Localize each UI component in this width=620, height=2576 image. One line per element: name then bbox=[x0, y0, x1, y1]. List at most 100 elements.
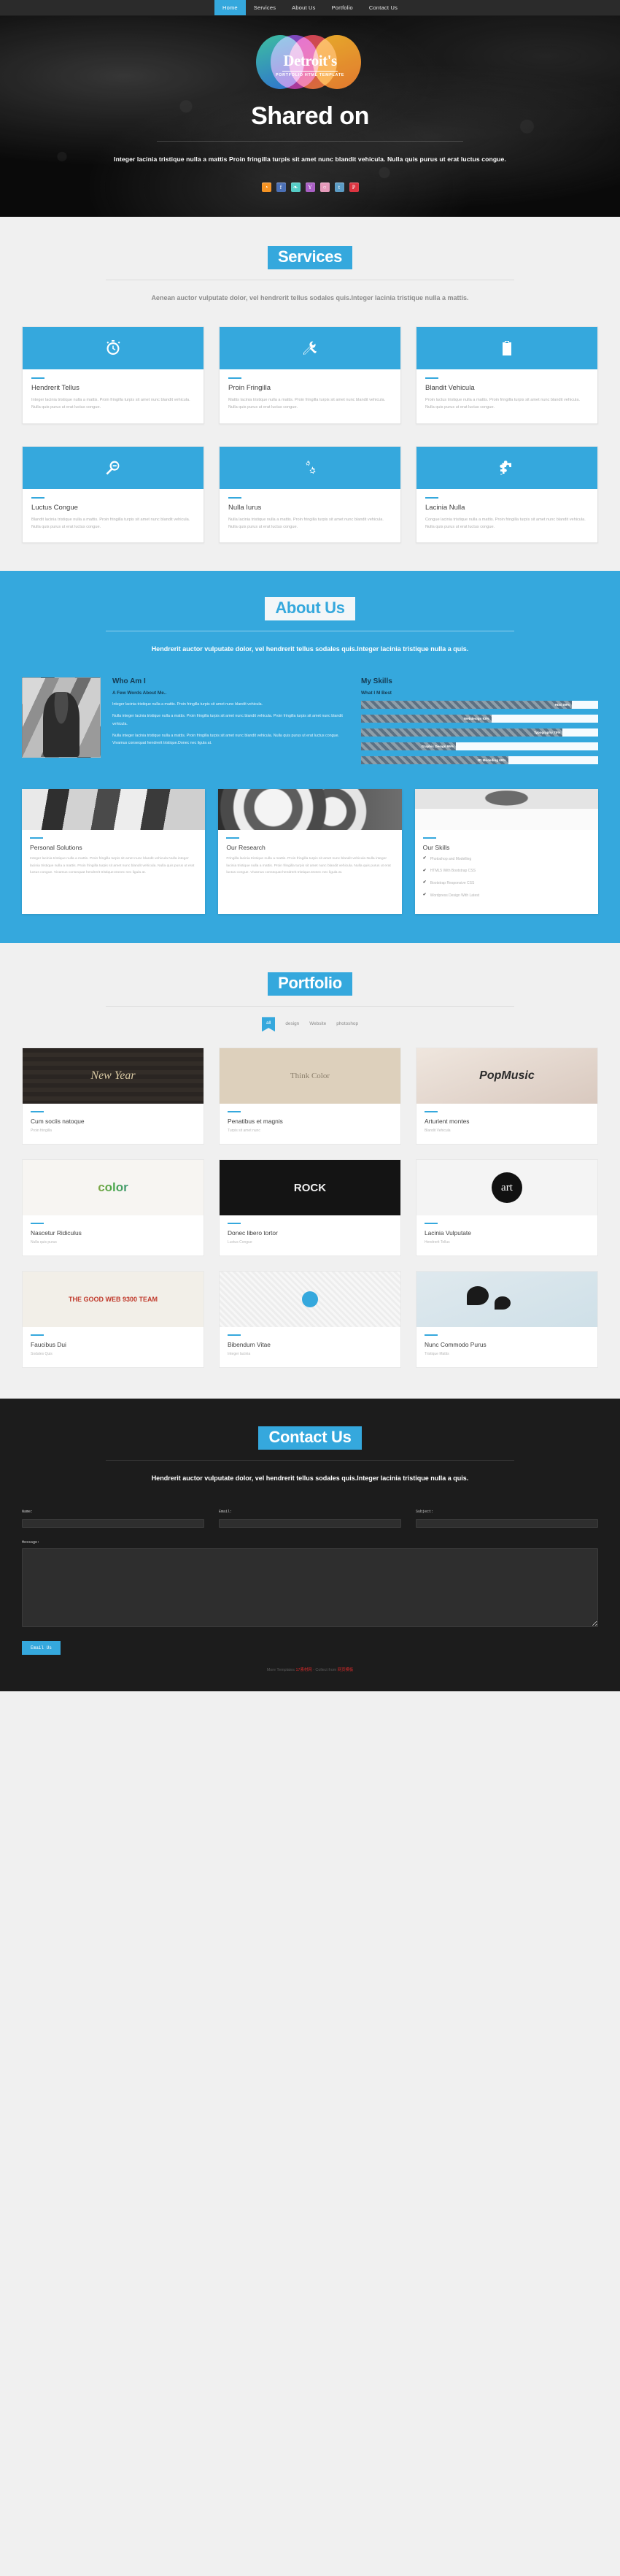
services-section: Services Aenean auctor vulputate dolor, … bbox=[0, 217, 620, 572]
skill-bar: Webdesign 93% bbox=[361, 714, 598, 723]
portfolio-item[interactable]: Lacinia Vulputate Hendrerit Tellus bbox=[415, 1159, 598, 1257]
our-research-image bbox=[218, 788, 402, 830]
service-card[interactable]: Luctus Congue Blandit lacinia tristique … bbox=[22, 445, 204, 544]
skill-bar: 3D Modelling 66% bbox=[361, 756, 598, 764]
service-card[interactable]: Proin Fringilla Mattis lacinia tristique… bbox=[219, 326, 401, 424]
email-us-button[interactable]: Email Us bbox=[22, 1641, 61, 1655]
about-title-text: About Us bbox=[265, 597, 355, 621]
dribbble-icon[interactable]: ○ bbox=[319, 182, 330, 193]
portfolio-item-category: Blandit Vehicula bbox=[424, 1129, 451, 1134]
email-input[interactable] bbox=[219, 1518, 401, 1528]
skill-bar: Html 89% bbox=[361, 700, 598, 709]
pinterest-icon[interactable]: P bbox=[349, 182, 359, 193]
skill-label: Webdesign 93% bbox=[463, 716, 489, 720]
contact-divider bbox=[106, 1460, 514, 1461]
portfolio-item[interactable]: Faucibus Dui Sodales Quis bbox=[22, 1271, 204, 1369]
card-accent-bar bbox=[226, 837, 240, 839]
check-icon: ✔ bbox=[422, 856, 427, 861]
list-item-label: Bootstrap Responsive CSS bbox=[430, 880, 475, 885]
check-icon: ✔ bbox=[422, 892, 427, 897]
footer-link-1[interactable]: 17素材网 bbox=[295, 1668, 311, 1672]
portfolio-thumbnail bbox=[219, 1048, 400, 1104]
portfolio-thumbnail bbox=[23, 1048, 204, 1104]
yahoo-icon[interactable]: Y bbox=[305, 182, 315, 193]
name-input[interactable] bbox=[22, 1518, 204, 1528]
about-feature-card[interactable]: Our Research Fringilla lacinia tristique… bbox=[218, 788, 402, 915]
services-subtitle: Aenean auctor vulputate dolor, vel hendr… bbox=[151, 294, 469, 302]
service-card[interactable]: Lacinia Nulla Congue lacinia tristique n… bbox=[416, 445, 598, 544]
portfolio-item[interactable]: Nascetur Ridiculus Nulla quis purus bbox=[22, 1159, 204, 1257]
message-label: Message: bbox=[22, 1540, 40, 1545]
skill-label: 3D Modelling 66% bbox=[477, 758, 506, 762]
portfolio-item[interactable]: Nunc Commodo Purus Tristique Mattis bbox=[415, 1271, 598, 1369]
tumblr-icon[interactable]: t bbox=[334, 182, 344, 193]
rss-icon[interactable]: ◔ bbox=[261, 182, 271, 193]
my-skills-heading: My Skills bbox=[361, 677, 392, 685]
service-card[interactable]: Blandit Vehicula Proin luctus tristique … bbox=[416, 326, 598, 424]
who-am-i-heading: Who Am I bbox=[112, 677, 146, 685]
card-accent-bar bbox=[31, 1111, 44, 1113]
card-accent-bar bbox=[227, 1223, 241, 1225]
filter-website[interactable]: Website bbox=[309, 1017, 326, 1026]
portfolio-item-category: Integer lacinia bbox=[227, 1352, 251, 1357]
portfolio-section: Portfolio all design Website photoshop C… bbox=[0, 943, 620, 1399]
twitter-icon[interactable]: ❧ bbox=[290, 182, 301, 193]
filter-all[interactable]: all bbox=[261, 1017, 276, 1032]
about-feature-card[interactable]: Our Skills ✔ Photoshop and Modelling ✔ HTM… bbox=[414, 788, 598, 915]
portfolio-thumbnail bbox=[219, 1272, 400, 1328]
footer-prefix: More Templates bbox=[266, 1668, 296, 1672]
nav-item-services[interactable]: Services bbox=[246, 0, 284, 15]
filter-photoshop[interactable]: photoshop bbox=[336, 1017, 358, 1026]
about-card-title: Our Skills bbox=[422, 843, 450, 851]
card-accent-bar bbox=[31, 496, 44, 499]
magnifier-icon bbox=[23, 446, 204, 489]
who-am-i-column: Who Am I A Few Words About Me.. Integer … bbox=[112, 677, 349, 752]
skill-label: Typography 75% bbox=[533, 730, 561, 734]
subject-input[interactable] bbox=[416, 1518, 598, 1528]
card-accent-bar bbox=[228, 496, 241, 499]
portfolio-item-title: Nunc Commodo Purus bbox=[424, 1341, 487, 1349]
portfolio-item[interactable]: Donec libero tortor Luctus Congue bbox=[218, 1159, 401, 1257]
portfolio-filters: all design Website photoshop bbox=[22, 1017, 598, 1032]
nav-item-contact-us[interactable]: Contact Us bbox=[361, 0, 406, 15]
service-card[interactable]: Nulla Iurus Nulla lacinia tristique null… bbox=[219, 445, 401, 544]
about-card-text: Fringilla lacinia tristique nulla a matt… bbox=[226, 856, 391, 875]
portfolio-thumbnail bbox=[23, 1272, 204, 1328]
nav-item-about-us[interactable]: About Us bbox=[284, 0, 323, 15]
about-card-text: Integer lacinia tristique nulla a mattis… bbox=[30, 856, 195, 875]
filter-design[interactable]: design bbox=[285, 1017, 299, 1026]
footer-link-2[interactable]: 网页模板 bbox=[338, 1668, 354, 1672]
service-card-title: Lacinia Nulla bbox=[425, 503, 465, 512]
site-logo[interactable]: Detroit's PORTFOLIO HTML TEMPLATE bbox=[0, 35, 620, 89]
nav-item-home[interactable]: Home bbox=[214, 0, 246, 15]
nav-item-portfolio[interactable]: Portfolio bbox=[324, 0, 361, 15]
facebook-icon[interactable]: f bbox=[276, 182, 286, 193]
skill-bar: Typography 75% bbox=[361, 728, 598, 737]
service-card-title: Nulla Iurus bbox=[228, 503, 262, 512]
service-card-title: Luctus Congue bbox=[31, 503, 78, 512]
about-feature-cards: Personal Solutions Integer lacinia trist… bbox=[22, 788, 598, 915]
about-portrait-image bbox=[22, 677, 101, 758]
subject-field-group: Subject: bbox=[416, 1510, 598, 1530]
card-accent-bar bbox=[425, 377, 438, 379]
message-textarea[interactable] bbox=[22, 1548, 598, 1627]
about-feature-card[interactable]: Personal Solutions Integer lacinia trist… bbox=[22, 788, 206, 915]
service-card[interactable]: Hendrerit Tellus Integer lacinia tristiq… bbox=[22, 326, 204, 424]
about-content-row: Who Am I A Few Words About Me.. Integer … bbox=[22, 677, 598, 770]
card-accent-bar bbox=[424, 1334, 438, 1337]
footer-middle: - Collect from bbox=[311, 1668, 338, 1672]
card-accent-bar bbox=[425, 496, 438, 499]
portfolio-item[interactable]: Cum sociis natoque Proin fringilla bbox=[22, 1047, 204, 1145]
portfolio-item[interactable]: Bibendum Vitae Integer lacinia bbox=[218, 1271, 401, 1369]
about-heading: About Us bbox=[22, 597, 598, 621]
skill-bar-fill: Webdesign 93% bbox=[361, 714, 492, 723]
portfolio-grid: Cum sociis natoque Proin fringilla Penat… bbox=[22, 1047, 598, 1369]
skill-bar-fill: Html 89% bbox=[361, 700, 573, 709]
card-accent-bar bbox=[424, 1223, 438, 1225]
who-am-i-paragraph-2: Nulla integer lacinia tristique nulla a … bbox=[112, 714, 343, 726]
portfolio-thumbnail bbox=[416, 1272, 597, 1328]
portfolio-item[interactable]: Arturient montes Blandit Vehicula bbox=[415, 1047, 598, 1145]
portfolio-item-title: Penatibus et magnis bbox=[227, 1118, 283, 1126]
card-accent-bar bbox=[424, 1111, 438, 1113]
portfolio-item[interactable]: Penatibus et magnis Turpis sit amet nunc bbox=[218, 1047, 401, 1145]
